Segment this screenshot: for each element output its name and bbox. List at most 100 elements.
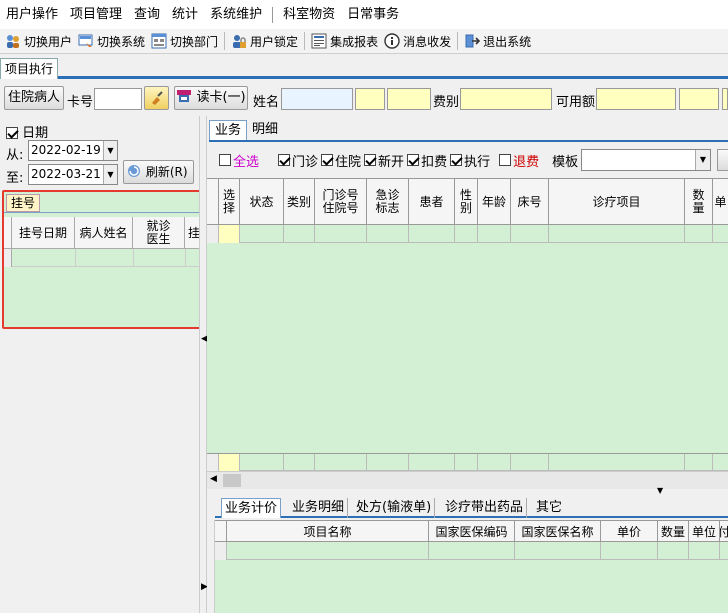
row-indicator-header [207, 179, 219, 225]
card-number-input[interactable] [94, 88, 142, 110]
refund-checkbox[interactable] [499, 154, 512, 166]
scroll-left-icon[interactable]: ◀ [210, 474, 217, 484]
col-doctor[interactable]: 就诊医生 [133, 217, 185, 249]
tab-business-detail[interactable]: 业务明细 [289, 498, 349, 518]
col-status[interactable]: 状态 [240, 179, 284, 225]
from-label: 从: [6, 148, 24, 163]
col-gender[interactable]: 性别 [455, 179, 478, 225]
menu-daily-affairs[interactable]: 日常事务 [341, 0, 405, 29]
integrated-report-button[interactable]: 集成报表 [308, 30, 381, 52]
execute-checkbox[interactable] [450, 154, 463, 166]
switch-system-button[interactable]: 切换系统 [75, 30, 148, 52]
select-all-filter[interactable]: 全选 [219, 151, 275, 170]
col-quantity[interactable]: 数量 [685, 179, 713, 225]
menu-query[interactable]: 查询 [128, 0, 166, 29]
message-button[interactable]: 消息收发 [381, 30, 454, 52]
switch-user-button[interactable]: 切换用户 [2, 30, 75, 52]
available-amount-field [596, 88, 676, 110]
date-filter[interactable]: 日期 [6, 122, 48, 141]
template-select[interactable]: ▼ [581, 149, 711, 171]
refresh-button[interactable]: 刷新(R) [123, 160, 194, 184]
outpatient-filter[interactable]: 门诊 [278, 151, 318, 170]
chevron-down-icon[interactable]: ▼ [695, 150, 710, 170]
tab-detail[interactable]: 明细 [247, 120, 283, 140]
col-unit-price[interactable]: 单价 [601, 521, 658, 542]
from-date-picker[interactable]: 2022-02-19 ▼ [28, 140, 118, 161]
tab-treatment-drugs[interactable]: 诊疗带出药品 [442, 498, 528, 518]
menu-sys-maint[interactable]: 系统维护 [204, 0, 268, 29]
horizontal-scrollbar[interactable]: ◀ [207, 471, 728, 489]
new-open-filter[interactable]: 新开 [364, 151, 404, 170]
inpatient-checkbox[interactable] [321, 154, 334, 166]
horizontal-splitter[interactable]: ▼ [207, 486, 728, 496]
col-category[interactable]: 类别 [284, 179, 315, 225]
user-lock-button[interactable]: 用户锁定 [228, 30, 301, 52]
visit-number-cell [315, 225, 367, 243]
select-cell[interactable] [219, 225, 240, 243]
to-date-value: 2022-03-21 [31, 167, 101, 181]
col-national-insurance-code[interactable]: 国家医保编码 [429, 521, 515, 542]
vertical-splitter[interactable]: ◀ ▶ [199, 116, 208, 613]
scroll-thumb[interactable] [223, 474, 241, 487]
to-date-picker[interactable]: 2022-03-21 ▼ [28, 164, 118, 185]
menu-stats[interactable]: 统计 [166, 0, 204, 29]
patient-info-field-1 [355, 88, 385, 110]
col-treatment-item[interactable]: 诊疗项目 [549, 179, 685, 225]
patient-name-field[interactable] [281, 88, 353, 110]
col-patient[interactable]: 患者 [409, 179, 455, 225]
switch-dept-button[interactable]: 切换部门 [148, 30, 221, 52]
table-row[interactable] [207, 225, 728, 243]
col-national-insurance-name[interactable]: 国家医保名称 [515, 521, 601, 542]
clear-card-button[interactable] [144, 86, 169, 110]
col-bed-number[interactable]: 床号 [511, 179, 549, 225]
col-select-line2: 择 [222, 201, 235, 215]
execute-filter[interactable]: 执行 [450, 151, 496, 170]
inpatient-button[interactable]: 住院病人 [4, 86, 64, 110]
col-truncated[interactable]: 付 [720, 521, 728, 542]
registration-grid-header: 挂号日期 病人姓名 就诊医生 挂 [4, 217, 203, 249]
tab-business-pricing[interactable]: 业务计价 [221, 498, 282, 518]
col-quantity[interactable]: 数量 [658, 521, 689, 542]
tab-other[interactable]: 其它 [533, 498, 565, 518]
chevron-down-icon[interactable]: ▼ [103, 165, 117, 184]
inpatient-filter[interactable]: 住院 [321, 151, 361, 170]
age-cell [478, 225, 511, 243]
col-visit-number[interactable]: 门诊号 住院号 [315, 179, 367, 225]
outpatient-checkbox[interactable] [278, 154, 291, 166]
collapse-down-icon[interactable]: ▼ [657, 486, 663, 495]
select-all-checkbox[interactable] [219, 154, 231, 166]
date-checkbox[interactable] [6, 127, 18, 139]
table-row[interactable] [215, 542, 728, 560]
chevron-down-icon[interactable]: ▼ [103, 141, 117, 160]
table-row[interactable] [4, 249, 203, 267]
unit-cell [689, 542, 720, 560]
fee-type-label: 费别 [433, 95, 460, 110]
refund-filter[interactable]: 退费 [499, 151, 549, 170]
read-card-button[interactable]: 读卡(一) [174, 86, 248, 110]
new-open-checkbox[interactable] [364, 154, 377, 166]
menu-dept-supplies[interactable]: 科室物资 [277, 0, 341, 29]
col-unit-truncated[interactable]: 单 [713, 179, 728, 225]
exit-system-button[interactable]: 退出系统 [461, 30, 534, 52]
deduct-checkbox[interactable] [407, 154, 420, 166]
col-patient-name[interactable]: 病人姓名 [75, 217, 133, 249]
deduct-filter[interactable]: 扣费 [407, 151, 447, 170]
col-unit[interactable]: 单位 [689, 521, 720, 542]
template-action-button[interactable] [717, 149, 728, 171]
row-indicator [207, 454, 219, 472]
menu-user-ops[interactable]: 用户操作 [0, 0, 64, 29]
col-item-name[interactable]: 项目名称 [227, 521, 429, 542]
tab-prescription[interactable]: 处方(输液单) [353, 498, 436, 518]
col-age[interactable]: 年龄 [478, 179, 511, 225]
menu-project-mgmt[interactable]: 项目管理 [64, 0, 128, 29]
tab-project-execution[interactable]: 项目执行 [0, 58, 59, 79]
col-select[interactable]: 选择 [219, 179, 240, 225]
switch-system-label: 切换系统 [97, 34, 146, 49]
col-emergency-flag[interactable]: 急诊 标志 [367, 179, 409, 225]
tab-registration[interactable]: 挂号 [6, 194, 40, 212]
gender-cell [455, 225, 478, 243]
tab-business[interactable]: 业务 [209, 120, 248, 140]
col-reg-date[interactable]: 挂号日期 [12, 217, 75, 249]
cell-divider [133, 249, 134, 267]
patient-info-field-3 [679, 88, 719, 110]
